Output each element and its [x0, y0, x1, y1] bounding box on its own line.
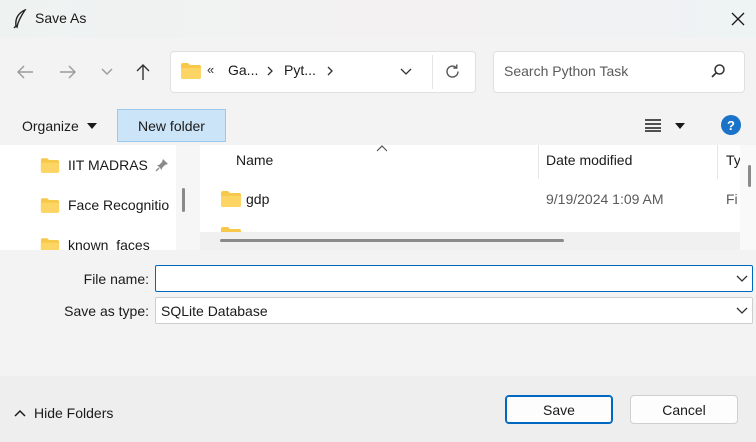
file-name-label: File name: [83, 271, 149, 287]
chevron-down-icon[interactable] [95, 60, 119, 84]
up-arrow-icon[interactable] [131, 60, 155, 84]
address-segment-2[interactable]: Pyt... [284, 62, 316, 78]
chevron-right-icon[interactable] [326, 62, 334, 80]
caret-down-icon[interactable] [87, 123, 97, 129]
folder-icon [180, 62, 202, 80]
chevron-down-icon[interactable] [736, 307, 748, 315]
nav-pane-scroll-thumb[interactable] [182, 188, 185, 212]
address-bar[interactable] [170, 51, 476, 93]
command-bar [0, 107, 756, 145]
address-segment-1[interactable]: Ga... [228, 62, 258, 78]
window-title: Save As [35, 10, 87, 26]
sort-ascending-icon [376, 144, 388, 152]
close-icon[interactable] [724, 6, 752, 32]
nav-item-face-recognition[interactable]: Face Recognitio [40, 193, 169, 217]
save-as-type-value: SQLite Database [161, 303, 268, 319]
file-row-name[interactable]: gdp [246, 191, 269, 207]
file-list-vertical-scrollbar[interactable] [740, 145, 756, 250]
refresh-icon[interactable] [444, 63, 461, 80]
file-name-field[interactable] [155, 265, 753, 292]
horizontal-scroll-thumb[interactable] [220, 239, 564, 242]
address-history-chevron-icon[interactable] [400, 68, 412, 76]
cancel-button[interactable]: Cancel [630, 395, 738, 424]
help-icon[interactable]: ? [721, 115, 741, 135]
caret-down-icon[interactable] [675, 123, 685, 129]
save-button[interactable]: Save [505, 395, 613, 424]
column-divider[interactable] [717, 145, 718, 179]
new-folder-button[interactable]: New folder [117, 109, 226, 142]
back-arrow-icon[interactable] [13, 60, 37, 84]
forward-arrow-icon[interactable] [56, 60, 80, 84]
file-row-type: Fi [726, 191, 738, 207]
nav-item-label: IIT MADRAS [68, 157, 148, 173]
column-header-name[interactable]: Name [236, 152, 273, 172]
pane-splitter[interactable] [192, 145, 200, 250]
column-divider[interactable] [538, 145, 539, 179]
folder-icon [40, 157, 60, 174]
address-overflow[interactable]: « [207, 62, 214, 77]
column-header-type[interactable]: Ty [726, 152, 741, 172]
search-icon[interactable] [710, 63, 726, 79]
hide-folders-label: Hide Folders [34, 405, 114, 421]
hide-folders-button[interactable]: Hide Folders [14, 405, 113, 421]
chevron-right-icon[interactable] [266, 62, 274, 80]
folder-icon [40, 197, 60, 214]
chevron-down-icon[interactable] [736, 275, 748, 283]
organize-button[interactable]: Organize [22, 118, 79, 134]
file-row-date: 9/19/2024 1:09 AM [546, 191, 664, 207]
address-divider [432, 55, 433, 89]
nav-item-label: Face Recognitio [68, 197, 170, 213]
column-header-date-modified[interactable]: Date modified [546, 152, 632, 172]
search-input[interactable]: Search Python Task [504, 63, 628, 79]
chevron-up-icon [14, 409, 26, 417]
feather-icon [12, 9, 28, 29]
pin-icon[interactable] [155, 158, 169, 172]
nav-item-iit-madras[interactable]: IIT MADRAS [40, 153, 148, 177]
folder-icon [220, 190, 242, 208]
vertical-scroll-thumb[interactable] [748, 165, 751, 187]
save-as-type-select[interactable]: SQLite Database [155, 297, 753, 324]
title-bar [0, 0, 756, 38]
save-as-type-label: Save as type: [64, 303, 149, 319]
view-list-icon[interactable] [644, 118, 662, 132]
